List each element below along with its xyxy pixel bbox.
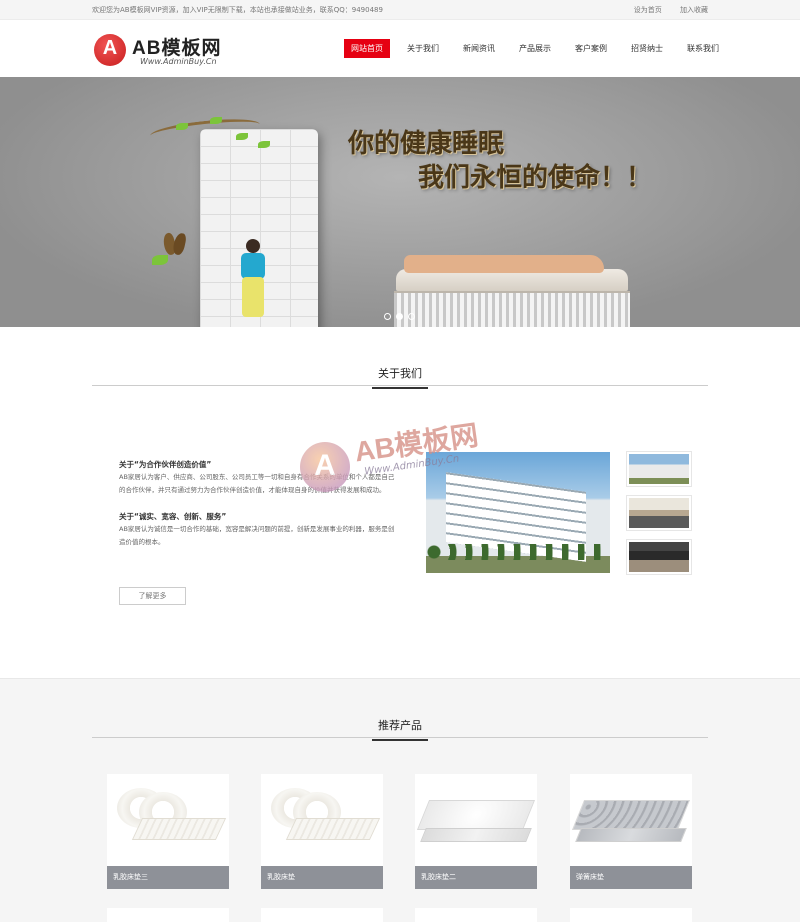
about-question-2: 关于“诚实、宽容、创新、服务” xyxy=(119,512,227,521)
slider-dot-2[interactable] xyxy=(396,313,403,320)
add-favorite-link[interactable]: 加入收藏 xyxy=(680,6,708,14)
nav-item-home[interactable]: 网站首页 xyxy=(344,39,390,58)
products-heading-text: 推荐产品 xyxy=(372,717,428,741)
learn-more-button[interactable]: 了解更多 xyxy=(119,587,186,605)
product-card[interactable]: 乳胶床垫二 xyxy=(415,774,537,889)
thumbnail-office[interactable] xyxy=(626,539,692,575)
banner-headline-1: 你的健康睡眠 xyxy=(348,129,505,159)
leaf-icon xyxy=(176,123,188,130)
nav-item-products[interactable]: 产品展示 xyxy=(512,39,558,58)
welcome-text: 欢迎您为AB模板网VIP资源，加入VIP无限制下载，本站也承接做站业务，联系QQ… xyxy=(92,6,383,14)
product-card[interactable] xyxy=(261,908,383,922)
thumbnail-meeting-room[interactable] xyxy=(626,495,692,531)
top-bar: 欢迎您为AB模板网VIP资源，加入VIP无限制下载，本站也承接做站业务，联系QQ… xyxy=(0,0,800,20)
leaf-icon xyxy=(236,133,248,140)
product-name: 乳胶床垫 xyxy=(261,866,383,889)
thumbnail-building[interactable] xyxy=(626,451,692,487)
leaf-icon xyxy=(258,141,270,148)
about-paragraph-2: AB家居认为诚信是一切合作的基础，宽容是解决问题的前提，创新是发展事业的利器，服… xyxy=(119,525,395,546)
product-image xyxy=(415,774,537,866)
product-card[interactable] xyxy=(415,908,537,922)
sleeping-person-image xyxy=(236,239,270,327)
logo-badge-icon: A xyxy=(94,34,126,66)
slider-dots xyxy=(384,313,420,320)
product-name: 乳胶床垫二 xyxy=(415,866,537,889)
product-name: 乳胶床垫三 xyxy=(107,866,229,889)
product-card[interactable]: 乳胶床垫 xyxy=(261,774,383,889)
products-section-heading: 推荐产品 xyxy=(92,714,708,741)
product-card[interactable] xyxy=(570,908,692,922)
set-homepage-link[interactable]: 设为首页 xyxy=(634,6,662,14)
logo-title: AB模板网 xyxy=(132,38,222,59)
product-image xyxy=(570,774,692,866)
product-image xyxy=(107,774,229,866)
hero-banner[interactable]: 你的健康睡眠 我们永恒的使命！！ xyxy=(0,77,800,327)
main-nav: 网站首页 关于我们 新闻资讯 产品展示 客户案例 招贤纳士 联系我们 xyxy=(344,39,736,59)
about-section-heading: 关于我们 xyxy=(92,362,708,389)
product-card[interactable]: 乳胶床垫三 xyxy=(107,774,229,889)
spring-mattress-image xyxy=(392,255,632,327)
about-heading-text: 关于我们 xyxy=(372,365,428,389)
leaf-icon xyxy=(210,117,222,124)
nav-item-jobs[interactable]: 招贤纳士 xyxy=(624,39,670,58)
nav-item-about[interactable]: 关于我们 xyxy=(400,39,446,58)
product-card[interactable]: 弹簧床垫 xyxy=(570,774,692,889)
top-links: 设为首页 加入收藏 xyxy=(618,5,708,15)
watermark-badge-icon: A xyxy=(300,442,350,492)
banner-headline-2: 我们永恒的使命！！ xyxy=(418,163,653,193)
nav-item-cases[interactable]: 客户案例 xyxy=(568,39,614,58)
logo-url: Www.AdminBuy.Cn xyxy=(140,57,217,66)
site-logo[interactable]: A AB模板网 Www.AdminBuy.Cn xyxy=(94,32,244,72)
nav-item-news[interactable]: 新闻资讯 xyxy=(456,39,502,58)
slider-dot-3[interactable] xyxy=(408,313,415,320)
slider-dot-1[interactable] xyxy=(384,313,391,320)
butterfly-icon xyxy=(161,232,188,259)
product-image xyxy=(261,774,383,866)
site-header: A AB模板网 Www.AdminBuy.Cn 网站首页 关于我们 新闻资讯 产… xyxy=(0,20,800,77)
product-name: 弹簧床垫 xyxy=(570,866,692,889)
nav-item-contact[interactable]: 联系我们 xyxy=(680,39,726,58)
product-card[interactable] xyxy=(107,908,229,922)
watermark-logo: A AB模板网 Www.AdminBuy.Cn xyxy=(300,419,510,502)
